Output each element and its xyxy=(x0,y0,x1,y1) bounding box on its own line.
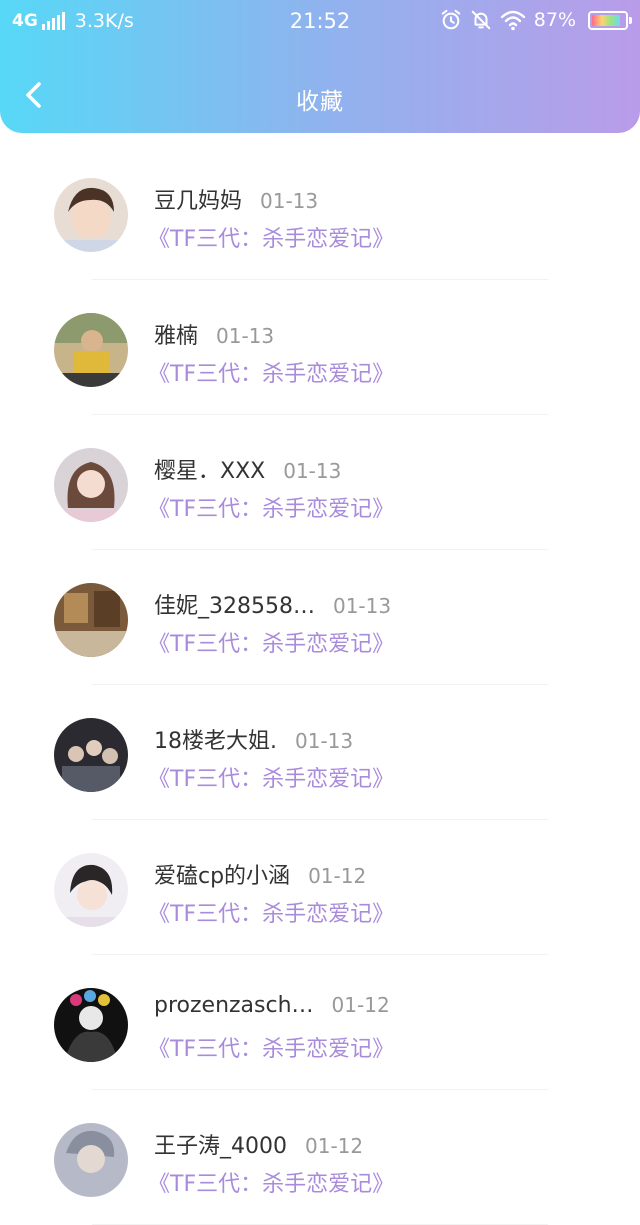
name-line: 18楼老大姐. 01-13 xyxy=(154,723,353,755)
bell-off-icon xyxy=(471,10,491,30)
user-name[interactable]: 爱磕cp的小涵 xyxy=(154,858,290,890)
user-name[interactable]: 18楼老大姐. xyxy=(154,723,277,755)
favorite-date: 01-12 xyxy=(331,993,390,1017)
battery-percent: 87% xyxy=(533,9,576,31)
work-title[interactable]: 《TF三代：杀手恋爱记》 xyxy=(148,221,394,253)
user-name[interactable]: 豆几妈妈 xyxy=(154,183,242,215)
avatar[interactable] xyxy=(54,1123,128,1197)
list-item[interactable]: 豆几妈妈 01-13 《TF三代：杀手恋爱记》 xyxy=(0,145,640,280)
list-item[interactable]: 樱星．XXX 01-13 《TF三代：杀手恋爱记》 xyxy=(0,415,640,550)
work-title[interactable]: 《TF三代：杀手恋爱记》 xyxy=(148,491,394,523)
battery-level xyxy=(592,14,620,26)
status-right: 87% xyxy=(440,9,632,31)
list-item[interactable]: 爱磕cp的小涵 01-12 《TF三代：杀手恋爱记》 xyxy=(0,820,640,955)
alarm-icon xyxy=(441,9,461,30)
wifi-icon xyxy=(500,10,525,31)
name-line: 豆几妈妈 01-13 xyxy=(154,183,318,215)
avatar[interactable] xyxy=(54,178,128,252)
user-name[interactable]: 雅楠 xyxy=(154,318,198,350)
name-line: prozenzasch… 01-12 xyxy=(154,993,390,1018)
list-item[interactable]: prozenzasch… 01-12 《TF三代：杀手恋爱记》 xyxy=(0,955,640,1090)
work-title[interactable]: 《TF三代：杀手恋爱记》 xyxy=(148,626,394,658)
work-title[interactable]: 《TF三代：杀手恋爱记》 xyxy=(148,761,394,793)
favorite-date: 01-13 xyxy=(216,324,275,348)
list-item[interactable]: 18楼老大姐. 01-13 《TF三代：杀手恋爱记》 xyxy=(0,685,640,820)
user-name[interactable]: prozenzasch… xyxy=(154,993,314,1018)
work-title[interactable]: 《TF三代：杀手恋爱记》 xyxy=(148,356,394,388)
app-header: 4G 3.3K/s 21:52 87% 收藏 xyxy=(0,0,640,133)
favorite-date: 01-13 xyxy=(283,459,342,483)
name-line: 爱磕cp的小涵 01-12 xyxy=(154,858,366,890)
page-title: 收藏 xyxy=(296,89,344,115)
favorite-date: 01-13 xyxy=(260,189,319,213)
avatar[interactable] xyxy=(54,988,128,1062)
name-line: 樱星．XXX 01-13 xyxy=(154,453,341,485)
battery-icon xyxy=(588,10,632,30)
avatar[interactable] xyxy=(54,583,128,657)
avatar[interactable] xyxy=(54,853,128,927)
user-name[interactable]: 王子涛_4000 xyxy=(154,1128,287,1160)
user-name[interactable]: 樱星．XXX xyxy=(154,453,265,485)
favorite-date: 01-13 xyxy=(295,729,354,753)
favorites-list: 豆几妈妈 01-13 《TF三代：杀手恋爱记》 雅楠 01-13 《TF三代：杀手恋爱记》… xyxy=(0,145,640,1225)
name-line: 王子涛_4000 01-12 xyxy=(154,1128,363,1160)
list-item[interactable]: 王子涛_4000 01-12 《TF三代：杀手恋爱记》 xyxy=(0,1090,640,1225)
work-title[interactable]: 《TF三代：杀手恋爱记》 xyxy=(148,1031,394,1063)
status-bar: 4G 3.3K/s 21:52 87% xyxy=(0,0,640,44)
list-item[interactable]: 佳妮_328558… 01-13 《TF三代：杀手恋爱记》 xyxy=(0,550,640,685)
avatar[interactable] xyxy=(54,313,128,387)
favorite-date: 01-13 xyxy=(332,594,392,618)
user-name[interactable]: 佳妮_328558… xyxy=(154,588,315,620)
favorite-date: 01-12 xyxy=(308,864,367,888)
name-line: 佳妮_328558… 01-13 xyxy=(154,588,391,620)
work-title[interactable]: 《TF三代：杀手恋爱记》 xyxy=(148,1166,394,1198)
avatar[interactable] xyxy=(54,718,128,792)
list-item[interactable]: 雅楠 01-13 《TF三代：杀手恋爱记》 xyxy=(0,280,640,415)
avatar[interactable] xyxy=(54,448,128,522)
name-line: 雅楠 01-13 xyxy=(154,318,274,350)
work-title[interactable]: 《TF三代：杀手恋爱记》 xyxy=(148,896,394,928)
